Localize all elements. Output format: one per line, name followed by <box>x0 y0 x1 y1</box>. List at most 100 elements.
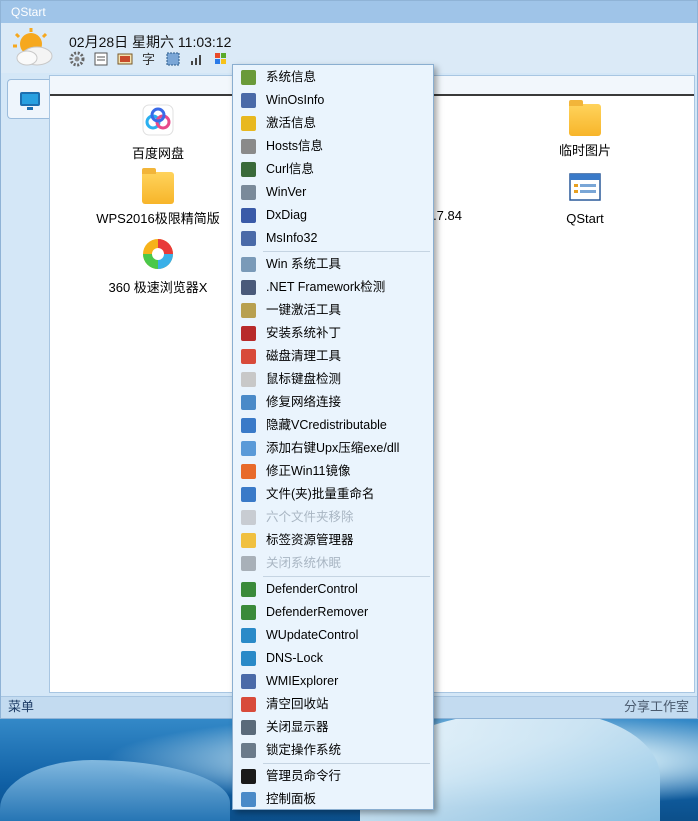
menu-item-label: 清空回收站 <box>266 697 329 711</box>
menu-item-label: 激活信息 <box>266 116 317 130</box>
menu-item[interactable]: DefenderRemover <box>233 601 433 624</box>
menu-item-label: 一键激活工具 <box>266 303 342 317</box>
display-off-icon <box>241 720 256 735</box>
desktop-item-label: 百度网盘 <box>131 146 184 161</box>
desktop-item[interactable]: WPS2016极限精简版 <box>68 168 248 227</box>
font-icon[interactable]: 字 <box>141 51 157 67</box>
tab-explorer-icon <box>241 533 256 548</box>
menu-item-label: 添加右键Upx压缩exe/dll <box>266 441 400 455</box>
menu-item[interactable]: 系统信息 <box>233 66 433 89</box>
curl-icon <box>241 162 256 177</box>
menu-item[interactable]: WUpdateControl <box>233 624 433 647</box>
app-window-icon <box>569 173 601 201</box>
menu-item[interactable]: 修复网络连接 <box>233 391 433 414</box>
menu-item-label: 六个文件夹移除 <box>266 510 354 524</box>
key-tool-icon <box>241 303 256 318</box>
window-title: QStart <box>11 5 46 19</box>
disk-clean-icon <box>241 349 256 364</box>
signal-icon[interactable] <box>189 51 205 67</box>
windows-icon[interactable] <box>213 51 229 67</box>
menu-item-label: WinOsInfo <box>266 93 325 107</box>
desktop-item[interactable]: 360 极速浏览器X <box>68 238 248 296</box>
menu-item[interactable]: 控制面板 <box>233 788 433 811</box>
menu-item-label: 管理员命令行 <box>266 769 342 783</box>
menu-item-label: 修正Win11镜像 <box>266 464 351 478</box>
desktop-item[interactable]: 百度网盘 <box>68 104 248 162</box>
menu-item[interactable]: 管理员命令行 <box>233 765 433 788</box>
menu-item[interactable]: 清空回收站 <box>233 693 433 716</box>
menu-item[interactable]: MsInfo32 <box>233 227 433 250</box>
menu-item: 六个文件夹移除 <box>233 506 433 529</box>
screenshot-icon[interactable] <box>165 51 181 67</box>
menu-link[interactable]: 菜单 <box>8 697 34 717</box>
rename-icon <box>241 487 256 502</box>
menu-item-label: 磁盘清理工具 <box>266 349 342 363</box>
menu-item-label: 锁定操作系统 <box>266 743 342 757</box>
datetime-display: 02月28日 星期六 11:03:12 <box>69 34 232 50</box>
mouse-icon <box>241 372 256 387</box>
globe-icon <box>241 651 256 666</box>
menu-item[interactable]: 文件(夹)批量重命名 <box>233 483 433 506</box>
menu-separator <box>263 251 430 252</box>
menu-item[interactable]: 鼠标键盘检测 <box>233 368 433 391</box>
menu-item[interactable]: Hosts信息 <box>233 135 433 158</box>
desktop-item[interactable]: 临时图片 <box>495 100 675 159</box>
menu-item[interactable]: 关闭显示器 <box>233 716 433 739</box>
menu-item[interactable]: 安装系统补丁 <box>233 322 433 345</box>
menu-item[interactable]: WinOsInfo <box>233 89 433 112</box>
desktop-item-label: 临时图片 <box>558 143 611 158</box>
patch-icon <box>241 326 256 341</box>
vc-icon <box>241 418 256 433</box>
menu-item[interactable]: 激活信息 <box>233 112 433 135</box>
gear-icon[interactable] <box>69 51 85 67</box>
window-titlebar[interactable]: QStart <box>1 1 697 23</box>
menu-item[interactable]: 锁定操作系统 <box>233 739 433 762</box>
menu-item-label: 关闭系统休眠 <box>266 556 342 570</box>
desktop-item-label: WPS2016极限精简版 <box>96 211 220 226</box>
menu-item-label: 标签资源管理器 <box>266 533 354 547</box>
notepad-icon[interactable] <box>93 51 109 67</box>
cmd-icon <box>241 769 256 784</box>
tab-desktop[interactable] <box>7 79 49 119</box>
menu-item-label: 关闭显示器 <box>266 720 329 734</box>
folder-icon <box>142 168 174 204</box>
menu-item[interactable]: DNS-Lock <box>233 647 433 670</box>
browser-360-icon <box>143 239 173 269</box>
menu-item[interactable]: WinVer <box>233 181 433 204</box>
menu-item-label: Win 系统工具 <box>266 257 342 271</box>
menu-item[interactable]: DefenderControl <box>233 578 433 601</box>
menu-item-label: WUpdateControl <box>266 628 359 642</box>
folder-icon <box>569 100 601 136</box>
svg-text:字: 字 <box>142 53 155 67</box>
menu-item-label: DNS-Lock <box>266 651 323 665</box>
menu-item[interactable]: DxDiag <box>233 204 433 227</box>
recycle-icon <box>241 697 256 712</box>
category-tab-column <box>5 73 49 693</box>
sysinfo-icon <box>241 70 256 85</box>
share-studio-link[interactable]: 分享工作室 <box>624 697 689 717</box>
desktop-item[interactable]: QStart <box>495 172 675 226</box>
weather-sun-cloud-icon[interactable] <box>11 28 55 68</box>
menu-item[interactable]: 标签资源管理器 <box>233 529 433 552</box>
star-icon <box>241 116 256 131</box>
menu-separator <box>263 576 430 577</box>
menu-item[interactable]: .NET Framework检测 <box>233 276 433 299</box>
msinfo-icon <box>241 231 256 246</box>
menu-item[interactable]: WMIExplorer <box>233 670 433 693</box>
baidu-netdisk-icon <box>142 104 174 136</box>
menu-item[interactable]: 磁盘清理工具 <box>233 345 433 368</box>
image-icon[interactable] <box>117 51 133 67</box>
shield-icon <box>241 582 256 597</box>
menu-item[interactable]: Curl信息 <box>233 158 433 181</box>
menu-item[interactable]: Win 系统工具 <box>233 253 433 276</box>
menu-item-label: DefenderRemover <box>266 605 369 619</box>
menu-item[interactable]: 修正Win11镜像 <box>233 460 433 483</box>
winver-icon <box>241 185 256 200</box>
menu-item-label: 修复网络连接 <box>266 395 342 409</box>
menu-item[interactable]: 隐藏VCredistributable <box>233 414 433 437</box>
menu-item[interactable]: 一键激活工具 <box>233 299 433 322</box>
hibernate-icon <box>241 556 256 571</box>
menu-item[interactable]: 添加右键Upx压缩exe/dll <box>233 437 433 460</box>
menu-item-label: 隐藏VCredistributable <box>266 418 387 432</box>
menu-item: 关闭系统休眠 <box>233 552 433 575</box>
